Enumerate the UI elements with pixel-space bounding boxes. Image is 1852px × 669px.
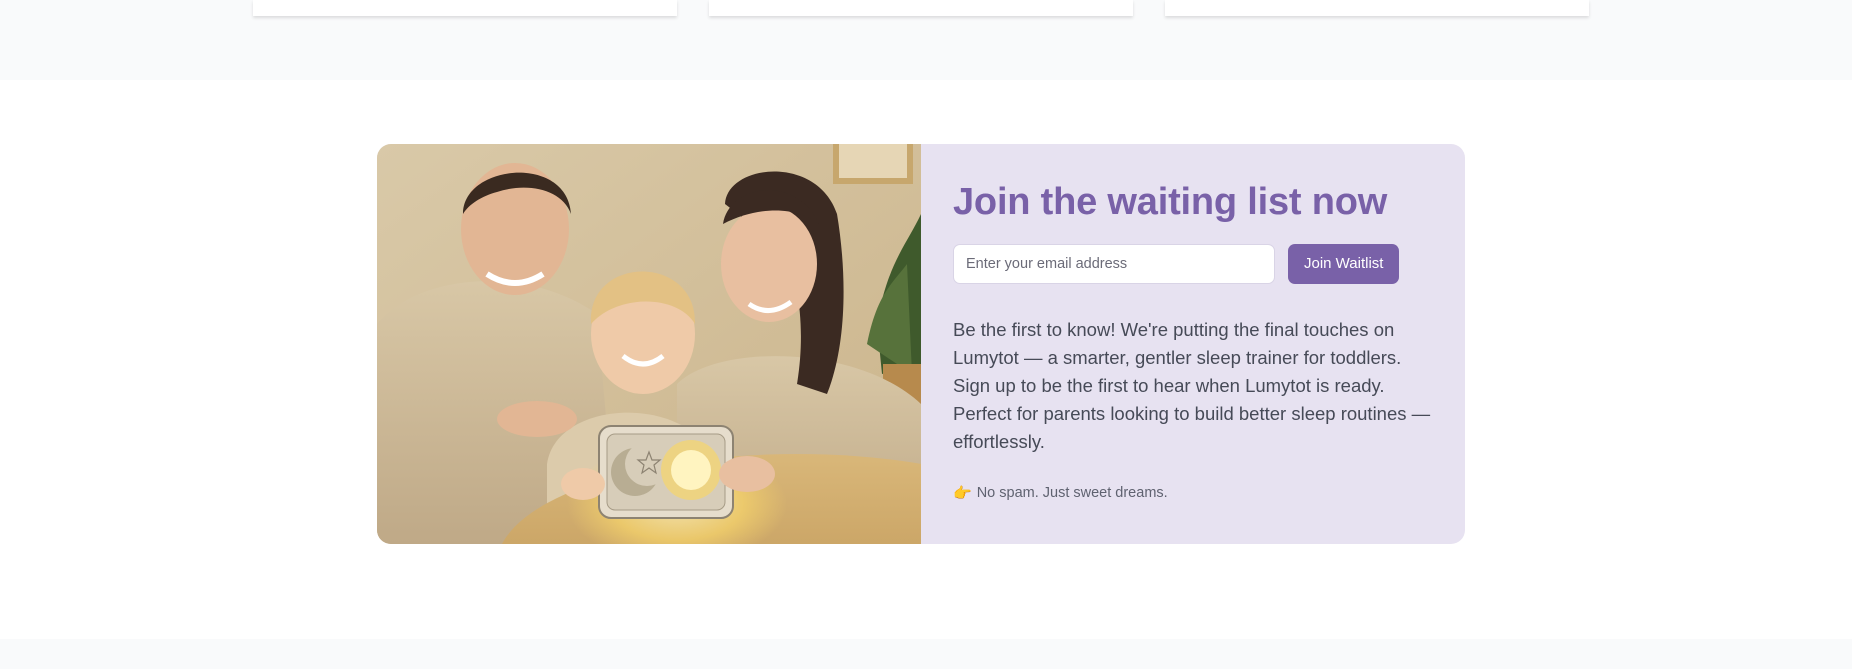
waitlist-section: Join the waiting list now Join Waitlist … [377, 144, 1465, 544]
previous-section-band [0, 0, 1852, 80]
family-photo [377, 144, 921, 544]
feature-card-stub [709, 0, 1133, 16]
waitlist-content: Join the waiting list now Join Waitlist … [921, 144, 1465, 544]
email-input[interactable] [953, 243, 1275, 284]
waitlist-description: Be the first to know! We're putting the … [953, 318, 1431, 452]
next-section-band [0, 639, 1852, 669]
join-waitlist-button[interactable]: Join Waitlist [1288, 243, 1400, 284]
no-spam-text: No spam. Just sweet dreams. [976, 484, 1168, 501]
pointing-hand-icon: 👉 [953, 484, 972, 502]
feature-card-stub [1165, 0, 1589, 16]
waitlist-headline: Join the waiting list now [953, 181, 1388, 223]
feature-card-stub [253, 0, 677, 16]
no-spam-note: 👉 No spam. Just sweet dreams. [953, 484, 1433, 502]
waitlist-form: Join Waitlist [953, 243, 1433, 284]
